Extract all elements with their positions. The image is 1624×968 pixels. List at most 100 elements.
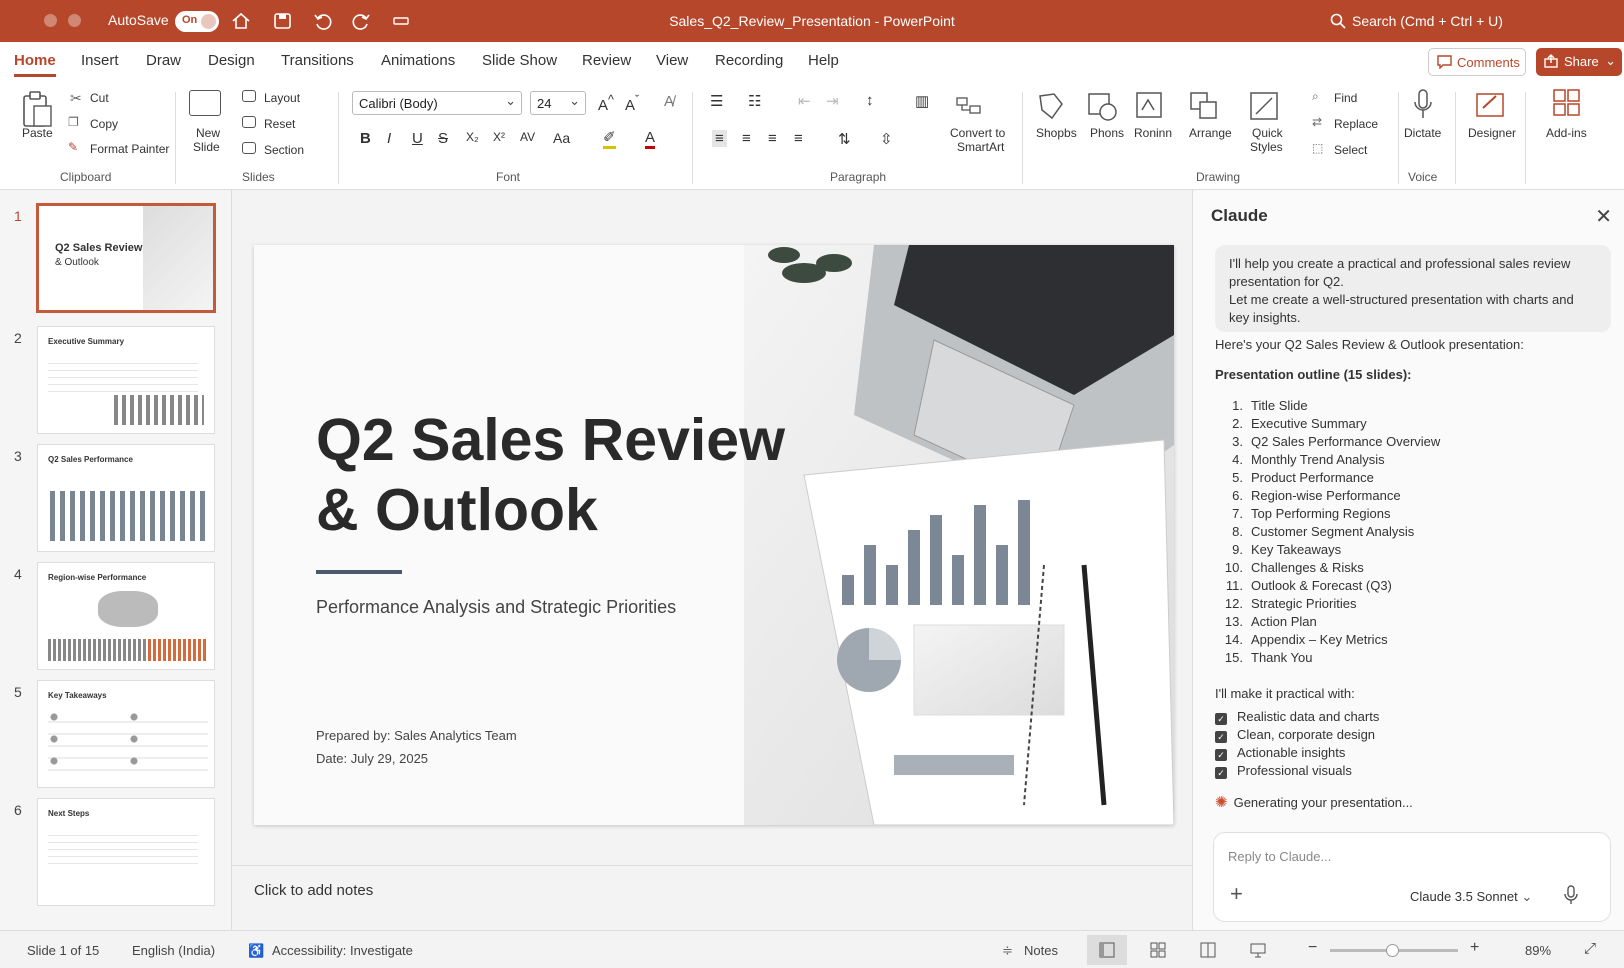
pictures-icon[interactable] bbox=[1086, 90, 1120, 122]
shapes-icon[interactable] bbox=[1036, 90, 1070, 122]
search-box[interactable]: Search (Cmd + Ctrl + U) bbox=[1330, 13, 1503, 29]
reading-view-button[interactable] bbox=[1188, 935, 1228, 965]
zoom-slider-thumb[interactable] bbox=[1386, 944, 1399, 957]
new-slide-label-2[interactable]: Slide bbox=[193, 140, 220, 154]
shapes-button[interactable]: Shopbs bbox=[1036, 126, 1077, 140]
microphone-icon[interactable] bbox=[1412, 88, 1434, 122]
pictures-button[interactable]: Phons bbox=[1090, 126, 1124, 140]
designer-button[interactable]: Designer bbox=[1468, 126, 1516, 140]
notes-pane[interactable]: Click to add notes bbox=[232, 865, 1192, 930]
icons-button[interactable]: Roninn bbox=[1134, 126, 1172, 140]
zoom-in-icon[interactable]: + bbox=[1470, 939, 1479, 957]
share-button[interactable]: Share ⌄ bbox=[1536, 48, 1622, 76]
tab-review[interactable]: Review bbox=[582, 52, 631, 69]
thumbnail-slide-1[interactable]: Q2 Sales Review & Outlook bbox=[36, 203, 216, 313]
add-attachment-icon[interactable]: + bbox=[1230, 881, 1243, 907]
align-center-icon[interactable]: ≡ bbox=[742, 130, 751, 147]
prepared-by[interactable]: Prepared by: Sales Analytics Team bbox=[316, 728, 517, 743]
convert-smartart-label-1[interactable]: Convert to bbox=[950, 126, 1005, 140]
justify-icon[interactable]: ≡ bbox=[794, 130, 803, 147]
comments-button[interactable]: Comments bbox=[1428, 48, 1526, 76]
addins-button[interactable]: Add-ins bbox=[1546, 126, 1587, 140]
font-family-select[interactable]: Calibri (Body) bbox=[352, 91, 522, 115]
presentation-date[interactable]: Date: July 29, 2025 bbox=[316, 751, 428, 766]
strikethrough-icon[interactable]: S bbox=[438, 130, 448, 147]
decrease-font-icon[interactable]: Aˇ bbox=[625, 93, 639, 114]
highlight-icon[interactable]: ✐ bbox=[603, 130, 616, 149]
increase-indent-icon[interactable]: ⇥ bbox=[826, 92, 839, 110]
section-button[interactable]: Section bbox=[264, 143, 304, 157]
format-painter-button[interactable]: Format Painter bbox=[90, 142, 169, 156]
underline-icon[interactable]: U bbox=[412, 130, 423, 147]
tab-draw[interactable]: Draw bbox=[146, 52, 181, 69]
align-text-icon[interactable]: ⇳ bbox=[880, 130, 893, 148]
replace-button[interactable]: Replace bbox=[1334, 117, 1378, 131]
font-size-select[interactable]: 24 bbox=[530, 91, 586, 115]
normal-view-button[interactable] bbox=[1087, 935, 1127, 965]
clear-formatting-icon[interactable]: A̸ bbox=[664, 93, 674, 110]
icons-icon[interactable] bbox=[1134, 90, 1168, 122]
thumbnail-slide-4[interactable]: Region-wise Performance bbox=[37, 562, 215, 670]
paste-button[interactable]: Paste bbox=[22, 126, 53, 140]
thumbnail-slide-5[interactable]: Key Takeaways bbox=[37, 680, 215, 788]
tab-transitions[interactable]: Transitions bbox=[281, 52, 354, 69]
find-button[interactable]: Find bbox=[1334, 91, 1357, 105]
cut-button[interactable]: Cut bbox=[90, 91, 109, 105]
quick-styles-label-1[interactable]: Quick bbox=[1252, 126, 1283, 140]
tab-home[interactable]: Home bbox=[14, 52, 56, 77]
tab-design[interactable]: Design bbox=[208, 52, 255, 69]
change-case-icon[interactable]: Aa bbox=[553, 130, 570, 146]
tab-slide-show[interactable]: Slide Show bbox=[482, 52, 557, 69]
notes-placeholder[interactable]: Click to add notes bbox=[254, 882, 373, 899]
layout-button[interactable]: Layout bbox=[264, 91, 300, 105]
line-spacing-icon[interactable]: ↕ bbox=[866, 92, 874, 109]
dictate-button[interactable]: Dictate bbox=[1404, 126, 1441, 140]
zoom-out-icon[interactable]: − bbox=[1308, 939, 1317, 957]
tab-view[interactable]: View bbox=[656, 52, 688, 69]
tab-help[interactable]: Help bbox=[808, 52, 839, 69]
reply-box[interactable]: Reply to Claude... + Claude 3.5 Sonnet ⌄ bbox=[1213, 832, 1611, 922]
tab-insert[interactable]: Insert bbox=[81, 52, 119, 69]
zoom-slider[interactable] bbox=[1330, 944, 1458, 957]
align-right-icon[interactable]: ≡ bbox=[768, 130, 777, 147]
tab-recording[interactable]: Recording bbox=[715, 52, 783, 69]
bullets-icon[interactable]: ☰ bbox=[710, 92, 723, 110]
superscript-icon[interactable]: X² bbox=[493, 130, 505, 144]
reset-button[interactable]: Reset bbox=[264, 117, 295, 131]
smartart-icon[interactable] bbox=[955, 94, 983, 118]
convert-smartart-label-2[interactable]: SmartArt bbox=[957, 140, 1004, 154]
microphone-icon[interactable] bbox=[1564, 885, 1578, 905]
addins-icon[interactable] bbox=[1552, 88, 1582, 118]
tab-animations[interactable]: Animations bbox=[381, 52, 455, 69]
copy-button[interactable]: Copy bbox=[90, 117, 118, 131]
font-color-icon[interactable]: A bbox=[645, 130, 656, 149]
fit-to-window-icon[interactable]: ⤢ bbox=[1584, 940, 1596, 957]
close-icon[interactable]: ✕ bbox=[1595, 204, 1612, 229]
select-button[interactable]: Select bbox=[1334, 143, 1367, 157]
slide-sorter-button[interactable] bbox=[1138, 935, 1178, 965]
slide-title[interactable]: Q2 Sales Review & Outlook bbox=[316, 405, 785, 545]
increase-font-icon[interactable]: A^ bbox=[598, 93, 614, 114]
thumbnail-slide-2[interactable]: Executive Summary bbox=[37, 326, 215, 434]
reply-input[interactable]: Reply to Claude... bbox=[1228, 849, 1331, 864]
new-slide-icon[interactable] bbox=[189, 90, 221, 116]
italic-icon[interactable]: I bbox=[387, 130, 391, 147]
slideshow-button[interactable] bbox=[1238, 935, 1278, 965]
slide-subtitle[interactable]: Performance Analysis and Strategic Prior… bbox=[316, 597, 676, 618]
quick-styles-label-2[interactable]: Styles bbox=[1250, 140, 1283, 154]
quick-styles-icon[interactable] bbox=[1248, 90, 1282, 122]
arrange-button[interactable]: Arrange bbox=[1189, 126, 1232, 140]
zoom-level[interactable]: 89% bbox=[1525, 943, 1551, 958]
arrange-icon[interactable] bbox=[1188, 90, 1222, 122]
designer-icon[interactable] bbox=[1474, 88, 1508, 122]
bold-icon[interactable]: B bbox=[360, 130, 371, 147]
accessibility-status[interactable]: Accessibility: Investigate bbox=[272, 943, 413, 958]
text-direction-icon[interactable]: ⇅ bbox=[838, 130, 851, 148]
language-indicator[interactable]: English (India) bbox=[132, 943, 215, 958]
share-chevron-icon[interactable]: ⌄ bbox=[1605, 53, 1616, 69]
current-slide[interactable]: Q2 Sales Review & Outlook Performance An… bbox=[254, 245, 1174, 825]
notes-toggle[interactable]: Notes bbox=[1024, 943, 1058, 958]
thumbnail-slide-3[interactable]: Q2 Sales Performance bbox=[37, 444, 215, 552]
thumbnail-slide-6[interactable]: Next Steps bbox=[37, 798, 215, 906]
character-spacing-icon[interactable]: AV bbox=[520, 130, 535, 144]
